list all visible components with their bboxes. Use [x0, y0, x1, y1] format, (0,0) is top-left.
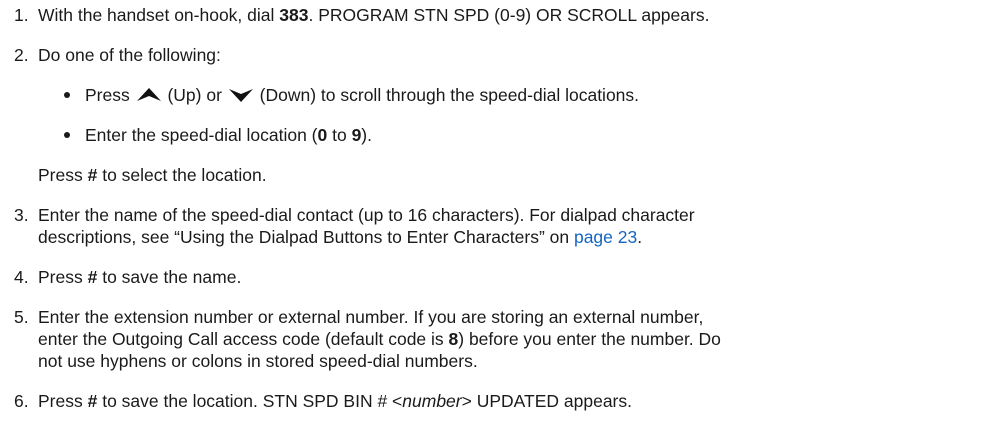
- text-segment: enter the Outgoing Call access code (def…: [38, 329, 449, 349]
- step-text: Enter the name of the speed-dial contact…: [38, 204, 695, 248]
- text-line: not use hyphens or colons in stored spee…: [38, 351, 478, 371]
- bullet-text: Press (Up) or (Down) to scroll through t…: [85, 84, 639, 109]
- step-number: 5.: [14, 307, 29, 327]
- step-5: 5. Enter the extension number or externa…: [14, 306, 974, 372]
- text-segment: ) before you enter the number. Do: [458, 329, 721, 349]
- text-segment: > UPDATED appears.: [461, 391, 632, 411]
- text-segment: Press: [38, 267, 88, 287]
- bold-value: 9: [351, 125, 362, 145]
- text-segment: to save the location. STN SPD BIN # <: [97, 391, 403, 411]
- page-link[interactable]: page 23: [574, 227, 637, 247]
- bold-key: #: [87, 267, 98, 287]
- instruction-document: 1. With the handset on-hook, dial 383. P…: [0, 0, 986, 441]
- text-segment: (Up) or: [162, 85, 227, 105]
- text-line: enter the Outgoing Call access code (def…: [38, 328, 721, 350]
- text-line: descriptions, see “Using the Dialpad But…: [38, 226, 695, 248]
- step-text: Enter the extension number or external n…: [38, 306, 721, 372]
- text-segment: to: [327, 125, 352, 145]
- up-arrow-icon: [135, 86, 163, 109]
- bold-value: 0: [317, 125, 328, 145]
- bold-value: 8: [448, 329, 459, 349]
- text-segment: ).: [361, 125, 372, 145]
- italic-placeholder: number: [402, 391, 462, 411]
- bold-key: #: [87, 165, 98, 185]
- text-segment: . PROGRAM STN SPD (0-9) OR SCROLL appear…: [308, 5, 710, 25]
- bold-key: #: [87, 391, 98, 411]
- step-text: Press # to save the location. STN SPD BI…: [38, 390, 632, 412]
- text-segment: Press: [38, 165, 88, 185]
- step-3: 3. Enter the name of the speed-dial cont…: [14, 204, 974, 248]
- step-number: 3.: [14, 205, 29, 225]
- bullet-dot: [64, 92, 70, 98]
- text-segment: With the handset on-hook, dial: [38, 5, 280, 25]
- down-arrow-icon: [227, 86, 255, 109]
- step-text: Do one of the following:: [38, 45, 221, 65]
- text-segment: .: [637, 227, 643, 247]
- bullet-dot: [64, 132, 70, 138]
- step-number: 6.: [14, 391, 29, 411]
- text-segment: (Down) to scroll through the speed-dial …: [254, 85, 640, 105]
- step-number: 1.: [14, 5, 29, 25]
- step-number: 4.: [14, 267, 29, 287]
- step-text: Press # to save the name.: [38, 266, 241, 288]
- text-segment: descriptions, see “Using the Dialpad But…: [38, 227, 574, 247]
- bold-code: 383: [279, 5, 309, 25]
- text-segment: to save the name.: [97, 267, 242, 287]
- bullet-text: Enter the speed-dial location (0 to 9).: [85, 124, 372, 146]
- step-number: 2.: [14, 45, 29, 65]
- text-segment: to select the location.: [97, 165, 267, 185]
- text-line: Enter the extension number or external n…: [38, 307, 704, 327]
- text-segment: Press: [38, 391, 88, 411]
- step-2-followup: Press # to select the location.: [38, 164, 267, 186]
- step-text: With the handset on-hook, dial 383. PROG…: [38, 4, 709, 26]
- text-line: Enter the name of the speed-dial contact…: [38, 205, 695, 225]
- text-segment: Press: [85, 85, 135, 105]
- text-segment: Enter the speed-dial location (: [85, 125, 318, 145]
